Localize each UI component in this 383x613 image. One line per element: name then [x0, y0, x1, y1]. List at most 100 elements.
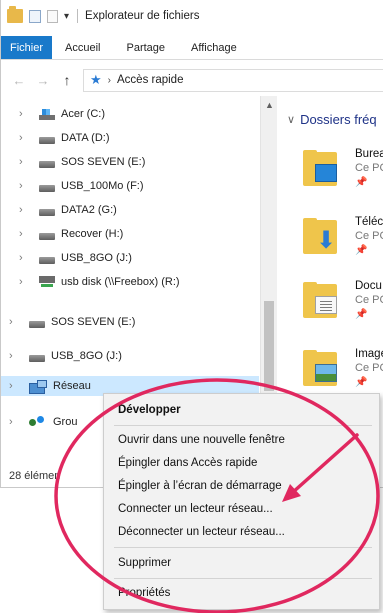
menu-separator	[114, 578, 372, 579]
tab-accueil[interactable]: Accueil	[52, 36, 113, 59]
window-title: Explorateur de fichiers	[85, 10, 200, 22]
nav-item-label: SOS SEVEN (E:)	[61, 156, 146, 168]
folder-name: Docu	[355, 280, 382, 292]
chevron-right-icon[interactable]: ›	[19, 276, 31, 288]
nav-item-recover-h[interactable]: › Recover (H:)	[19, 224, 259, 244]
folder-name: Burea	[355, 148, 383, 160]
folder-tile-telechargements[interactable]: ⬇ Téléc Ce PC 📌	[303, 208, 383, 270]
folder-location: Ce PC	[355, 162, 383, 174]
nav-item-sos-seven-e-root[interactable]: › SOS SEVEN (E:)	[9, 312, 259, 332]
nav-item-sos-seven-e[interactable]: › SOS SEVEN (E:)	[19, 152, 259, 172]
folder-location: Ce PC	[355, 230, 383, 242]
pictures-folder-icon	[303, 350, 343, 386]
tab-affichage[interactable]: Affichage	[178, 36, 250, 59]
folder-name: Image	[355, 348, 383, 360]
tab-partage[interactable]: Partage	[113, 36, 178, 59]
folder-tile-documents[interactable]: Docu Ce PC 📌	[303, 272, 383, 334]
network-drive-icon	[39, 276, 55, 288]
breadcrumb-quick-access[interactable]: Accès rapide	[117, 74, 183, 86]
nav-item-label: DATA2 (G:)	[61, 204, 117, 216]
title-separator	[77, 9, 79, 23]
nav-item-data2-g[interactable]: › DATA2 (G:)	[19, 200, 259, 220]
drive-icon	[39, 160, 55, 168]
folder-tile-bureau[interactable]: Burea Ce PC 📌	[303, 140, 383, 202]
up-button[interactable]: ↑	[59, 72, 75, 88]
folder-name: Téléc	[355, 216, 383, 228]
star-icon: ★	[90, 72, 102, 87]
menu-item-disconnect-network-drive[interactable]: Déconnecter un lecteur réseau...	[118, 521, 285, 543]
nav-item-acer-c[interactable]: › Acer (C:)	[19, 104, 259, 124]
pin-icon: 📌	[355, 377, 368, 388]
documents-folder-icon	[303, 282, 343, 318]
quick-access-dropdown-icon[interactable]: ▾	[64, 11, 69, 22]
scroll-up-arrow-icon[interactable]: ▲	[261, 100, 278, 110]
downloads-folder-icon: ⬇	[303, 218, 343, 254]
drive-icon	[29, 320, 45, 328]
section-title: Dossiers fréq	[300, 112, 377, 127]
address-bar: ← → ↑ ★ › Accès rapide	[1, 64, 383, 96]
frequent-folders-header[interactable]: ∨ Dossiers fréq	[287, 112, 377, 127]
pin-icon: 📌	[355, 309, 368, 320]
forward-button[interactable]: →	[35, 73, 51, 88]
menu-item-open-new-window[interactable]: Ouvrir dans une nouvelle fenêtre	[118, 429, 285, 451]
pin-icon: 📌	[355, 177, 368, 188]
properties-icon[interactable]	[29, 9, 41, 23]
nav-item-label: USB_8GO (J:)	[61, 252, 132, 264]
tab-fichier[interactable]: Fichier	[1, 36, 53, 59]
breadcrumb-chevron-icon[interactable]: ›	[108, 75, 111, 86]
menu-item-pin-quick-access[interactable]: Épingler dans Accès rapide	[118, 452, 257, 474]
back-button[interactable]: ←	[11, 73, 27, 88]
menu-item-supprimer[interactable]: Supprimer	[118, 552, 171, 574]
desktop-folder-icon	[303, 150, 343, 186]
nav-item-label: Acer (C:)	[61, 108, 105, 120]
chevron-right-icon[interactable]: ›	[19, 228, 31, 240]
drive-icon	[29, 354, 45, 362]
chevron-right-icon[interactable]: ›	[19, 204, 31, 216]
chevron-right-icon[interactable]: ›	[19, 252, 31, 264]
chevron-right-icon[interactable]: ›	[19, 132, 31, 144]
nav-item-label: Réseau	[53, 380, 91, 392]
menu-item-proprietes[interactable]: Propriétés	[118, 582, 170, 604]
chevron-right-icon[interactable]: ›	[9, 350, 21, 362]
nav-item-label: DATA (D:)	[61, 132, 110, 144]
menu-item-developper[interactable]: Développer	[118, 399, 181, 421]
menu-item-map-network-drive[interactable]: Connecter un lecteur réseau...	[118, 498, 273, 520]
context-menu: Développer Ouvrir dans une nouvelle fenê…	[103, 393, 380, 610]
chevron-right-icon[interactable]: ›	[9, 380, 21, 392]
chevron-right-icon[interactable]: ›	[19, 156, 31, 168]
nav-item-usb-8go-j-root[interactable]: › USB_8GO (J:)	[9, 346, 259, 366]
os-drive-icon	[39, 108, 55, 120]
folder-location: Ce PC	[355, 294, 383, 306]
nav-item-label: USB_8GO (J:)	[51, 350, 122, 362]
chevron-right-icon[interactable]: ›	[9, 416, 21, 428]
scroll-thumb[interactable]	[264, 301, 274, 391]
chevron-down-icon[interactable]: ∨	[287, 113, 295, 126]
folder-icon	[7, 6, 23, 23]
network-icon	[29, 379, 47, 394]
nav-item-data-d[interactable]: › DATA (D:)	[19, 128, 259, 148]
drive-icon	[39, 184, 55, 192]
drive-icon	[39, 136, 55, 144]
title-bar: ▾ Explorateur de fichiers	[1, 0, 383, 32]
nav-item-label: Grou	[53, 416, 78, 428]
drive-icon	[39, 208, 55, 216]
menu-separator	[114, 425, 372, 426]
nav-item-usb-8go-j[interactable]: › USB_8GO (J:)	[19, 248, 259, 268]
folder-location: Ce PC	[355, 362, 383, 374]
nav-item-label: usb disk (\\Freebox) (R:)	[61, 276, 180, 288]
nav-item-usb-100mo-f[interactable]: › USB_100Mo (F:)	[19, 176, 259, 196]
nav-item-label: USB_100Mo (F:)	[61, 180, 144, 192]
nav-item-label: SOS SEVEN (E:)	[51, 316, 136, 328]
chevron-right-icon[interactable]: ›	[19, 108, 31, 120]
menu-separator	[114, 547, 372, 548]
address-field[interactable]: ★ › Accès rapide	[83, 68, 383, 92]
pin-icon: 📌	[355, 245, 368, 256]
new-folder-icon[interactable]	[47, 9, 58, 23]
drive-icon	[39, 232, 55, 240]
chevron-right-icon[interactable]: ›	[9, 316, 21, 328]
nav-item-usb-disk-freebox-r[interactable]: › usb disk (\\Freebox) (R:)	[19, 272, 259, 292]
chevron-right-icon[interactable]: ›	[19, 180, 31, 192]
ribbon-tabs: Fichier Accueil Partage Affichage	[1, 36, 383, 60]
menu-item-pin-start[interactable]: Épingler à l’écran de démarrage	[118, 475, 282, 497]
drive-icon	[39, 256, 55, 264]
